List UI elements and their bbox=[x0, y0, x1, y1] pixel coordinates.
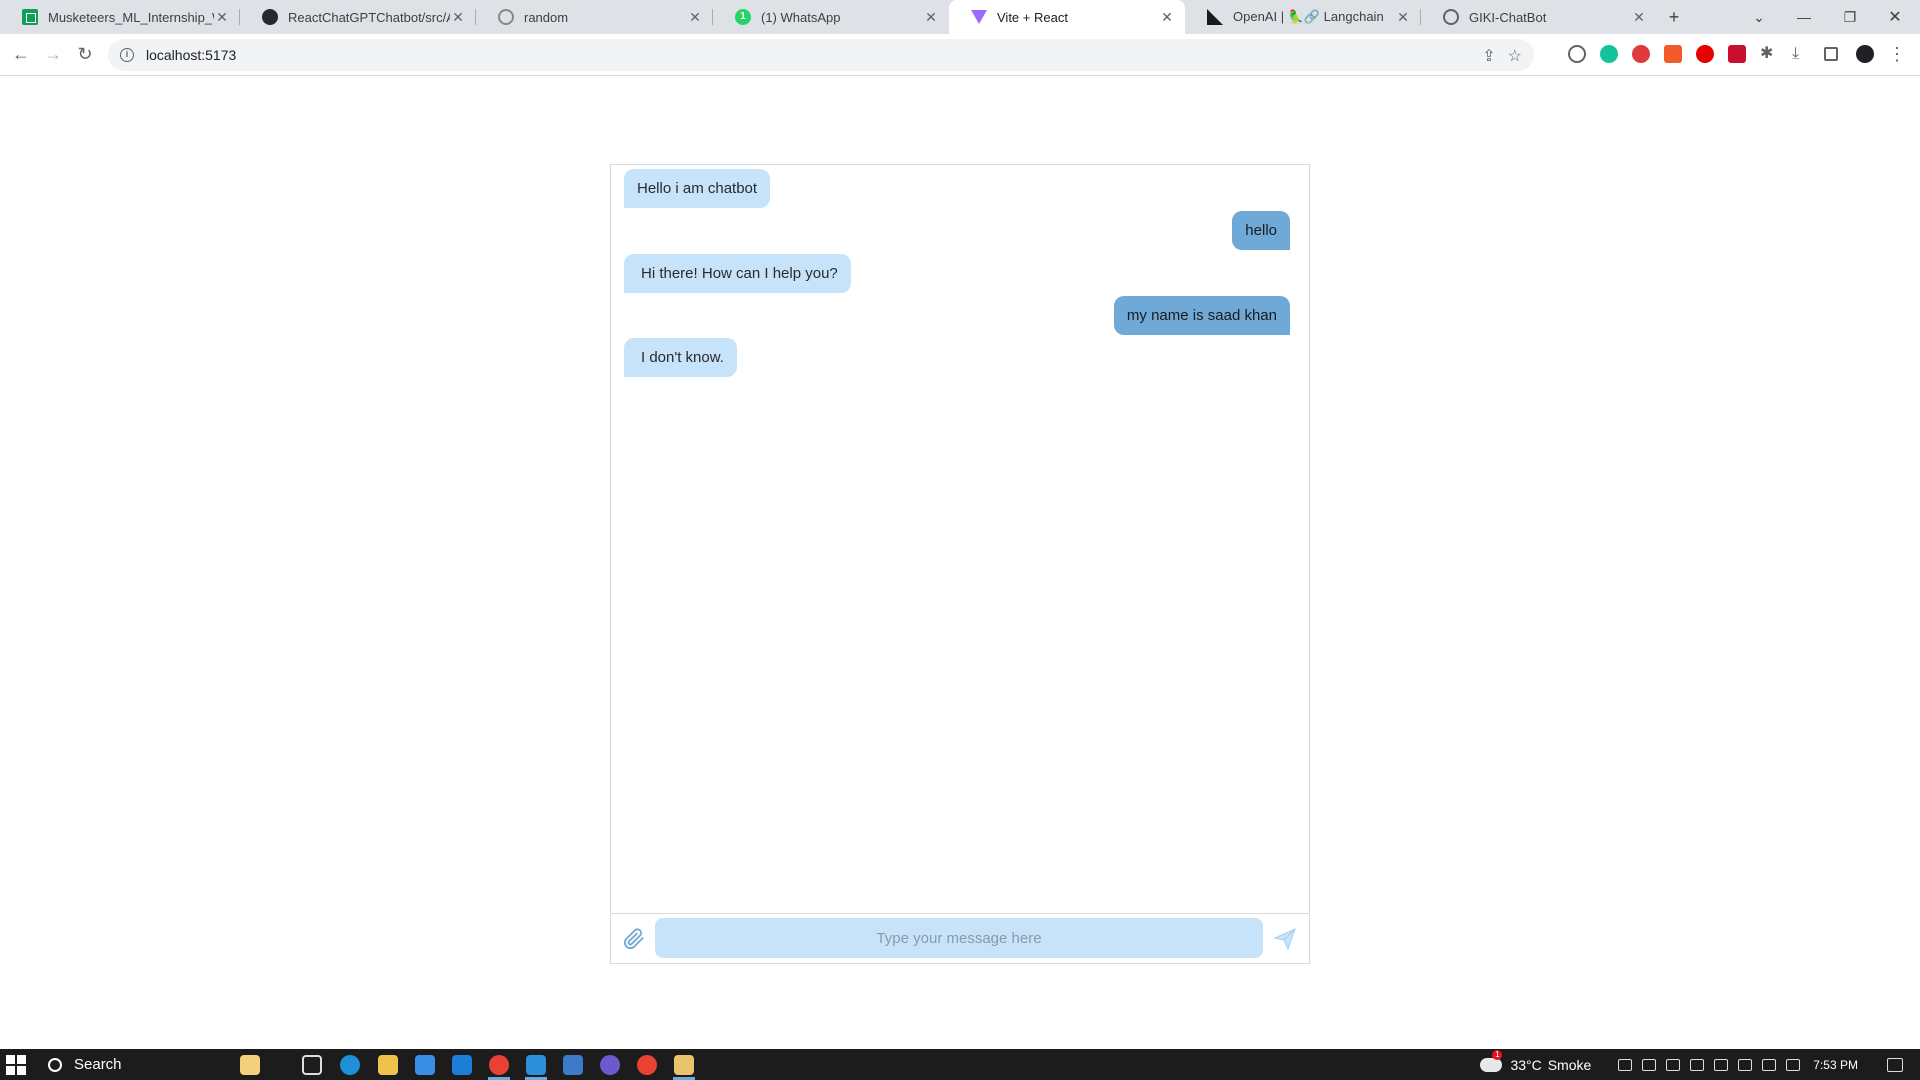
store-icon[interactable] bbox=[415, 1055, 435, 1075]
bookmark-star-icon[interactable]: ☆ bbox=[1508, 46, 1522, 66]
tab-label: random bbox=[524, 9, 569, 25]
app-icon[interactable] bbox=[600, 1055, 620, 1075]
close-icon[interactable]: ✕ bbox=[687, 9, 703, 26]
window-close-icon[interactable]: ✕ bbox=[1878, 0, 1912, 34]
file-explorer-icon[interactable] bbox=[378, 1055, 398, 1075]
chrome-icon[interactable] bbox=[489, 1055, 509, 1075]
message-list: Hello i am chatbot hello Hi there! How c… bbox=[611, 165, 1309, 913]
browser-toolbar: ← → ↻ i localhost:5173 ⇪ ☆ ✱ ⤓ ⋮ bbox=[0, 34, 1920, 76]
adblock-extension-icon[interactable] bbox=[1632, 45, 1650, 63]
menu-kebab-icon[interactable]: ⋮ bbox=[1888, 45, 1906, 63]
close-icon[interactable]: ✕ bbox=[923, 9, 939, 26]
address-url[interactable]: localhost:5173 bbox=[146, 47, 236, 63]
github-icon bbox=[262, 9, 278, 25]
tab-search-icon[interactable]: ⌄ bbox=[1742, 0, 1776, 34]
clock[interactable]: 7:53 PM bbox=[1813, 1058, 1858, 1072]
close-icon[interactable]: ✕ bbox=[1631, 9, 1647, 26]
user-message: hello bbox=[1232, 211, 1290, 250]
battery-icon[interactable] bbox=[1738, 1058, 1753, 1071]
tab-label: Vite + React bbox=[997, 9, 1068, 25]
tray-app-icon[interactable] bbox=[1714, 1058, 1729, 1071]
profile-avatar-icon[interactable] bbox=[1856, 45, 1874, 63]
weather-temp[interactable]: 33°C bbox=[1510, 1057, 1541, 1073]
bot-message: Hello i am chatbot bbox=[624, 169, 771, 208]
tab-vite-react[interactable]: Vite + React ✕ bbox=[949, 0, 1185, 34]
edge-browser-icon[interactable] bbox=[340, 1055, 360, 1075]
side-panel-icon[interactable] bbox=[1824, 47, 1838, 61]
close-icon[interactable]: ✕ bbox=[214, 9, 230, 26]
download-icon[interactable]: ⤓ bbox=[1792, 45, 1810, 63]
extension-icon[interactable] bbox=[1664, 45, 1682, 63]
message-input-bar bbox=[611, 913, 1309, 963]
close-icon[interactable]: ✕ bbox=[1395, 9, 1411, 26]
address-bar[interactable]: i localhost:5173 ⇪ ☆ bbox=[108, 39, 1534, 71]
close-icon[interactable]: ✕ bbox=[1159, 9, 1175, 26]
close-icon[interactable]: ✕ bbox=[450, 9, 466, 26]
attachment-paperclip-icon[interactable] bbox=[623, 928, 645, 950]
volume-icon[interactable] bbox=[1786, 1058, 1801, 1071]
sheets-icon bbox=[22, 9, 38, 25]
app-icon[interactable] bbox=[563, 1055, 583, 1075]
tab-whatsapp[interactable]: 1 (1) WhatsApp ✕ bbox=[713, 0, 949, 34]
chat-container: Hello i am chatbot hello Hi there! How c… bbox=[610, 164, 1310, 964]
pdf-extension-icon[interactable] bbox=[1728, 45, 1746, 63]
restore-icon[interactable]: ❐ bbox=[1833, 0, 1867, 34]
app-icon[interactable] bbox=[674, 1055, 694, 1075]
mail-icon[interactable] bbox=[452, 1055, 472, 1075]
vscode-icon[interactable] bbox=[526, 1055, 546, 1075]
back-icon[interactable]: ← bbox=[6, 39, 36, 69]
search-icon bbox=[48, 1057, 62, 1072]
search-highlight-icon[interactable] bbox=[240, 1055, 260, 1075]
translate-extension-icon[interactable] bbox=[1568, 45, 1586, 63]
send-icon[interactable] bbox=[1273, 927, 1297, 951]
tab-sheets[interactable]: Musketeers_ML_Internship_Wee ✕ bbox=[0, 0, 240, 34]
tab-label: (1) WhatsApp bbox=[761, 9, 841, 25]
tab-langchain[interactable]: OpenAI | 🦜🔗 Langchain ✕ bbox=[1185, 0, 1421, 34]
openai-icon bbox=[498, 9, 514, 25]
tab-label: GIKI-ChatBot bbox=[1469, 9, 1547, 25]
user-message: my name is saad khan bbox=[1113, 296, 1290, 335]
weather-condition[interactable]: Smoke bbox=[1548, 1057, 1592, 1073]
task-view-icon[interactable] bbox=[302, 1055, 322, 1075]
browser-tab-strip: Musketeers_ML_Internship_Wee ✕ ReactChat… bbox=[0, 0, 1920, 34]
tab-github[interactable]: ReactChatGPTChatbot/src/App.j ✕ bbox=[240, 0, 476, 34]
tab-label: Musketeers_ML_Internship_Wee bbox=[48, 9, 214, 25]
notifications-icon[interactable] bbox=[1887, 1057, 1903, 1072]
tray-app-icon[interactable] bbox=[1642, 1058, 1657, 1071]
message-input[interactable] bbox=[655, 918, 1263, 958]
minimize-icon[interactable]: — bbox=[1787, 0, 1821, 34]
system-tray: 1 33°C Smoke 7:53 PM bbox=[1480, 1049, 1908, 1080]
bluetooth-icon[interactable] bbox=[1666, 1058, 1681, 1071]
tab-label: OpenAI | 🦜🔗 Langchain bbox=[1233, 9, 1384, 24]
extensions-puzzle-icon[interactable]: ✱ bbox=[1760, 45, 1778, 63]
tray-app-icon[interactable] bbox=[1690, 1058, 1705, 1071]
chrome-icon[interactable] bbox=[637, 1055, 657, 1075]
openai-icon bbox=[1207, 9, 1223, 25]
tab-giki-chatbot[interactable]: GIKI-ChatBot ✕ bbox=[1421, 0, 1657, 34]
share-icon[interactable]: ⇪ bbox=[1482, 46, 1495, 66]
bot-message: I don't know. bbox=[624, 338, 737, 377]
windows-start-icon[interactable] bbox=[6, 1055, 26, 1075]
vite-icon bbox=[971, 10, 987, 24]
weather-cloud-icon[interactable]: 1 bbox=[1480, 1049, 1503, 1072]
forward-icon[interactable]: → bbox=[38, 39, 68, 69]
globe-icon bbox=[1443, 9, 1459, 25]
tab-label: ReactChatGPTChatbot/src/App.j bbox=[288, 9, 450, 25]
extension-icon[interactable] bbox=[1696, 45, 1714, 63]
reload-icon[interactable]: ↻ bbox=[70, 39, 100, 69]
tab-random[interactable]: random ✕ bbox=[476, 0, 713, 34]
grammarly-extension-icon[interactable] bbox=[1600, 45, 1618, 63]
bot-message: Hi there! How can I help you? bbox=[624, 254, 851, 293]
weather-badge: 1 bbox=[1492, 1049, 1503, 1060]
whatsapp-icon: 1 bbox=[735, 9, 751, 25]
site-info-icon[interactable]: i bbox=[120, 48, 134, 62]
windows-taskbar: Search 1 33°C Smoke 7:53 PM bbox=[0, 1049, 1920, 1080]
new-tab-button[interactable]: + bbox=[1657, 0, 1691, 34]
tray-app-icon[interactable] bbox=[1618, 1058, 1633, 1071]
taskbar-search-label: Search bbox=[74, 1056, 122, 1073]
wifi-icon[interactable] bbox=[1762, 1058, 1777, 1071]
